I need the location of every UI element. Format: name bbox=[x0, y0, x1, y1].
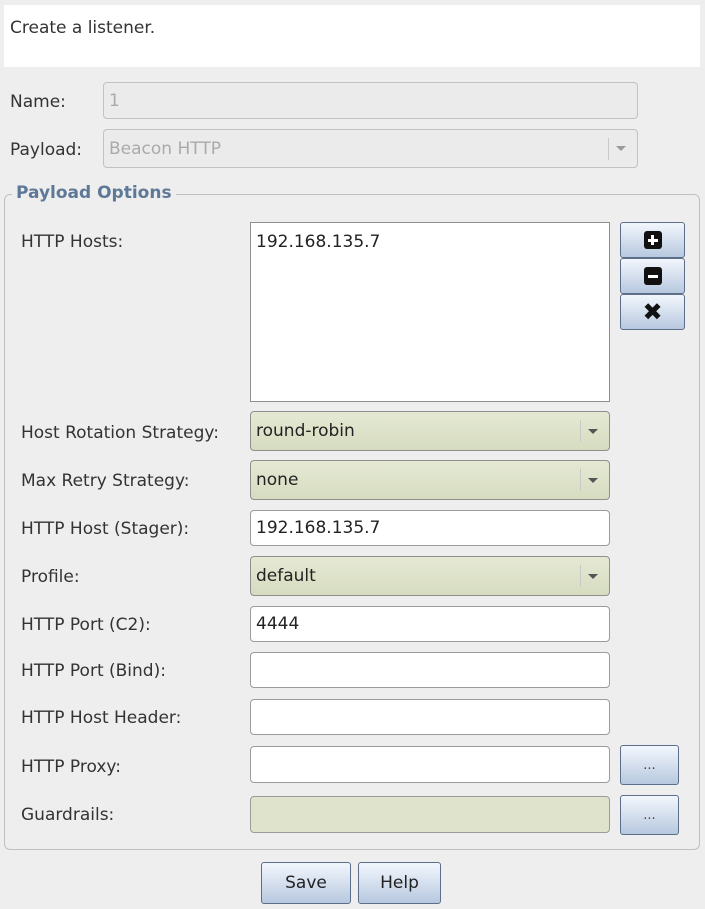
host-rotation-select[interactable]: round-robin bbox=[250, 411, 610, 451]
chevron-down-icon bbox=[580, 420, 605, 442]
port-c2-label: HTTP Port (C2): bbox=[21, 615, 151, 635]
max-retry-value: none bbox=[256, 470, 299, 490]
name-field[interactable]: 1 bbox=[103, 82, 638, 119]
guardrails-field[interactable] bbox=[250, 796, 610, 833]
profile-value: default bbox=[256, 566, 316, 586]
payload-select[interactable]: Beacon HTTP bbox=[103, 129, 638, 168]
chevron-down-icon bbox=[580, 469, 605, 491]
port-bind-label: HTTP Port (Bind): bbox=[21, 661, 166, 681]
plus-box-icon bbox=[643, 231, 662, 249]
guardrails-browse-button[interactable]: ... bbox=[620, 795, 679, 835]
save-button[interactable]: Save bbox=[261, 862, 351, 904]
port-c2-value: 4444 bbox=[256, 614, 300, 634]
profile-label: Profile: bbox=[21, 567, 80, 587]
guardrails-label: Guardrails: bbox=[21, 805, 115, 825]
payload-value: Beacon HTTP bbox=[109, 138, 221, 159]
add-host-button[interactable] bbox=[620, 222, 685, 258]
http-hosts-list[interactable]: 192.168.135.7 bbox=[250, 222, 610, 402]
remove-host-button[interactable] bbox=[620, 258, 685, 294]
name-value: 1 bbox=[109, 90, 120, 111]
host-rotation-label: Host Rotation Strategy: bbox=[21, 423, 219, 443]
description-text: Create a listener. bbox=[10, 18, 156, 38]
port-c2-field[interactable]: 4444 bbox=[250, 606, 610, 642]
proxy-label: HTTP Proxy: bbox=[21, 757, 121, 777]
stager-host-value: 192.168.135.7 bbox=[256, 518, 381, 538]
minus-box-icon bbox=[643, 267, 662, 285]
host-header-label: HTTP Host Header: bbox=[21, 708, 182, 728]
name-label: Name: bbox=[10, 92, 66, 112]
x-icon: ✖ bbox=[642, 298, 663, 326]
host-rotation-value: round-robin bbox=[256, 421, 355, 441]
list-item[interactable]: 192.168.135.7 bbox=[256, 232, 604, 252]
stager-host-label: HTTP Host (Stager): bbox=[21, 519, 190, 539]
chevron-down-icon bbox=[580, 565, 605, 587]
host-header-field[interactable] bbox=[250, 699, 610, 735]
max-retry-select[interactable]: none bbox=[250, 460, 610, 500]
proxy-browse-button[interactable]: ... bbox=[620, 745, 679, 785]
payload-label: Payload: bbox=[10, 140, 83, 160]
payload-options-title: Payload Options bbox=[12, 183, 176, 203]
stager-host-field[interactable]: 192.168.135.7 bbox=[250, 510, 610, 546]
chevron-down-icon bbox=[608, 137, 633, 160]
port-bind-field[interactable] bbox=[250, 652, 610, 688]
clear-hosts-button[interactable]: ✖ bbox=[620, 294, 685, 330]
max-retry-label: Max Retry Strategy: bbox=[21, 471, 190, 491]
help-button[interactable]: Help bbox=[358, 862, 441, 904]
http-hosts-label: HTTP Hosts: bbox=[21, 232, 124, 252]
description-panel: Create a listener. bbox=[4, 5, 700, 67]
proxy-field[interactable] bbox=[250, 746, 610, 783]
profile-select[interactable]: default bbox=[250, 556, 610, 596]
